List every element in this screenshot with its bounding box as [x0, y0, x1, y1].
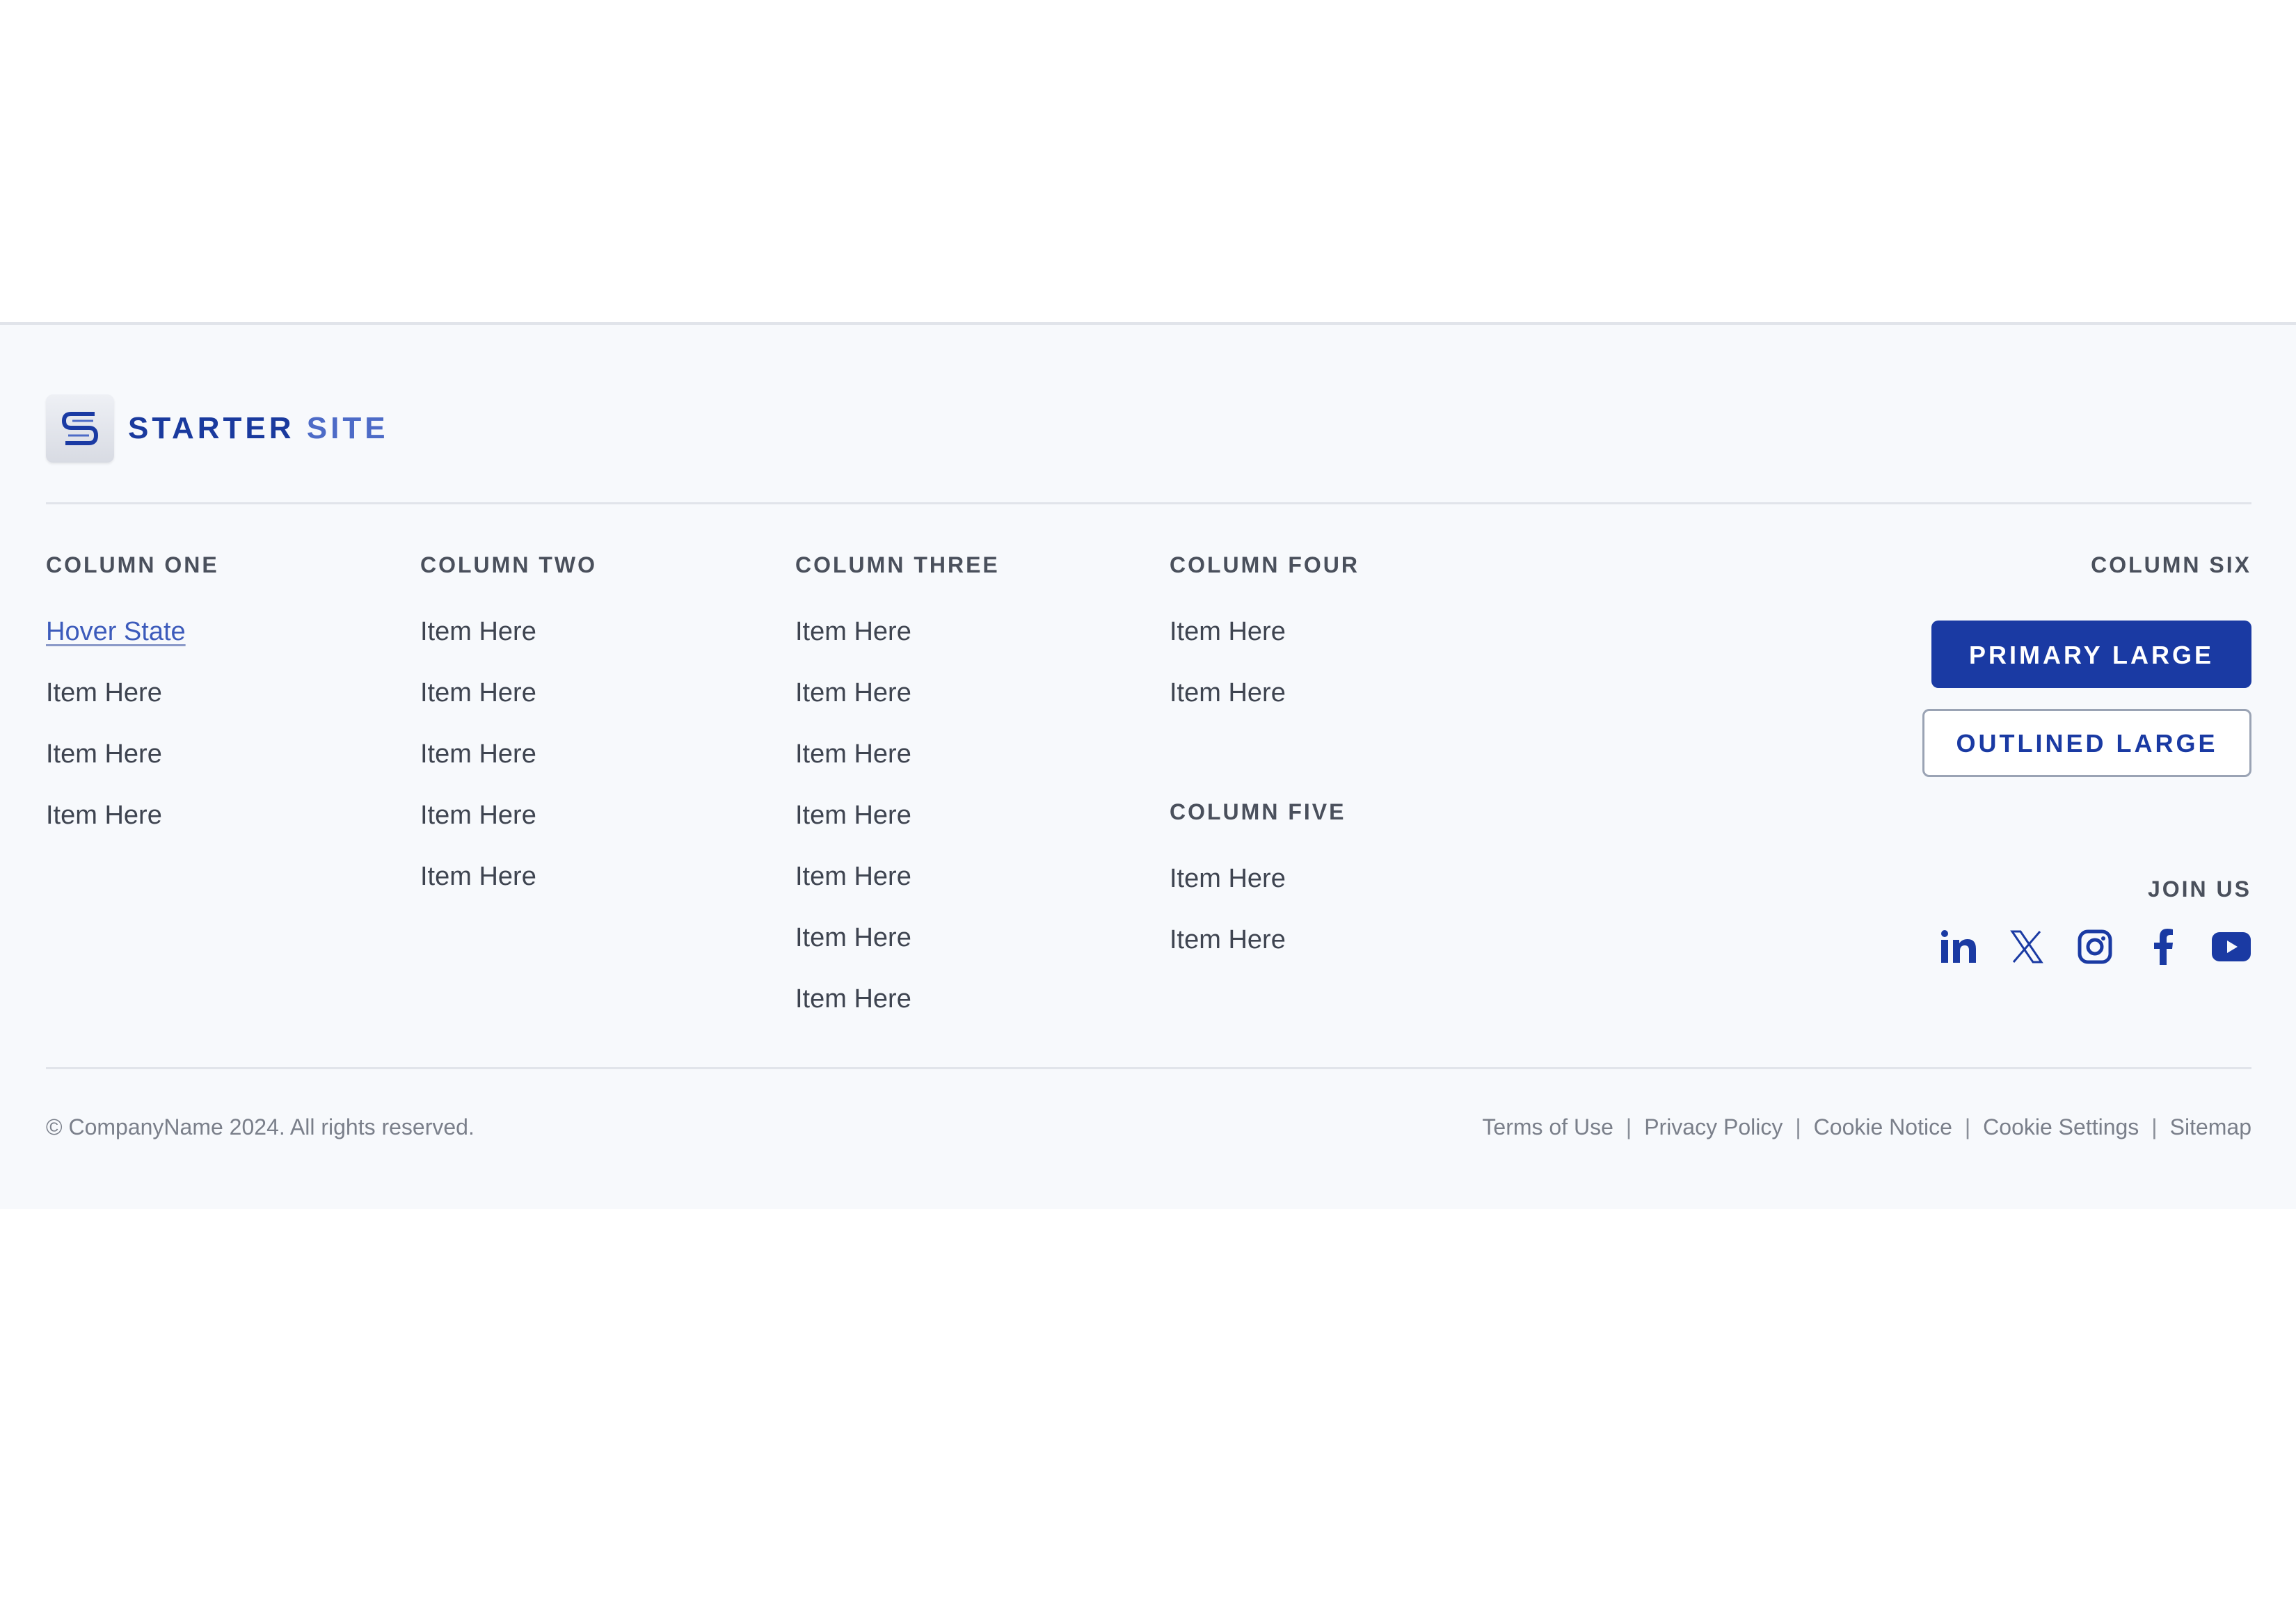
- footer-link[interactable]: Item Here: [1170, 616, 1360, 678]
- join-us-heading: JOIN US: [2147, 877, 2251, 902]
- terms-of-use-link[interactable]: Terms of Use: [1482, 1114, 1613, 1140]
- column-heading: COLUMN SIX: [2091, 552, 2251, 577]
- footer-column-two: COLUMN TWO Item Here Item Here Item Here…: [420, 551, 597, 922]
- footer-column-six: COLUMN SIX PRIMARY LARGE OUTLINED LARGE …: [1834, 551, 2251, 1038]
- footer-link[interactable]: Item Here: [46, 739, 219, 800]
- footer-link[interactable]: Item Here: [795, 616, 1000, 678]
- s-logo-icon: [46, 394, 114, 463]
- footer-link[interactable]: Item Here: [1170, 925, 1346, 986]
- footer-link[interactable]: Item Here: [795, 739, 1000, 800]
- bottom-divider: [46, 1067, 2251, 1069]
- brand-name: STARTER SITE: [128, 411, 389, 445]
- copyright-text: © CompanyName 2024. All rights reserved.: [46, 1114, 475, 1139]
- footer-link[interactable]: Item Here: [795, 984, 1000, 1045]
- column-heading: COLUMN THREE: [795, 552, 1000, 577]
- footer-column-one: COLUMN ONE Hover State Item Here Item He…: [46, 551, 219, 861]
- top-divider: [46, 502, 2251, 504]
- footer-link[interactable]: Item Here: [420, 800, 597, 861]
- sitemap-link[interactable]: Sitemap: [2170, 1114, 2251, 1140]
- footer-column-four: COLUMN FOUR Item Here Item Here: [1170, 551, 1360, 739]
- cookie-notice-link[interactable]: Cookie Notice: [1814, 1114, 1952, 1140]
- footer-link[interactable]: Item Here: [795, 800, 1000, 861]
- footer-link[interactable]: Item Here: [46, 800, 219, 861]
- cookie-settings-link[interactable]: Cookie Settings: [1983, 1114, 2139, 1140]
- footer-link[interactable]: Item Here: [420, 616, 597, 678]
- footer-link[interactable]: Item Here: [420, 678, 597, 739]
- legal-links: Terms of Use | Privacy Policy | Cookie N…: [1482, 1114, 2251, 1140]
- link-separator: |: [1964, 1114, 1971, 1139]
- privacy-policy-link[interactable]: Privacy Policy: [1644, 1114, 1783, 1140]
- footer-link[interactable]: Item Here: [420, 861, 597, 922]
- footer-link[interactable]: Item Here: [1170, 678, 1360, 739]
- footer-link[interactable]: Item Here: [420, 739, 597, 800]
- column-heading: COLUMN ONE: [46, 552, 219, 577]
- column-heading: COLUMN FOUR: [1170, 552, 1360, 577]
- footer-link[interactable]: Item Here: [46, 678, 219, 739]
- footer-bottom-bar: © CompanyName 2024. All rights reserved.…: [46, 1114, 2251, 1140]
- primary-large-button[interactable]: PRIMARY LARGE: [1931, 621, 2251, 688]
- footer-link[interactable]: Item Here: [795, 922, 1000, 984]
- youtube-icon[interactable]: [2211, 927, 2251, 967]
- column-heading: COLUMN TWO: [420, 552, 597, 577]
- outlined-large-button[interactable]: OUTLINED LARGE: [1922, 709, 2251, 777]
- footer-logo[interactable]: STARTER SITE: [46, 394, 389, 463]
- column-heading: COLUMN FIVE: [1170, 799, 1346, 824]
- site-footer: STARTER SITE COLUMN ONE Hover State Item…: [0, 322, 2296, 1209]
- facebook-icon[interactable]: [2143, 927, 2183, 967]
- link-separator: |: [2151, 1114, 2158, 1139]
- link-separator: |: [1625, 1114, 1632, 1139]
- x-icon[interactable]: [2007, 927, 2047, 967]
- footer-column-five: COLUMN FIVE Item Here Item Here: [1170, 798, 1346, 986]
- footer-link[interactable]: Item Here: [795, 861, 1000, 922]
- link-separator: |: [1795, 1114, 1801, 1139]
- linkedin-icon[interactable]: [1938, 927, 1979, 967]
- footer-column-three: COLUMN THREE Item Here Item Here Item He…: [795, 551, 1000, 1045]
- footer-link-hover-state[interactable]: Hover State: [46, 616, 219, 678]
- social-links: [1938, 927, 2251, 967]
- footer-link[interactable]: Item Here: [795, 678, 1000, 739]
- footer-link[interactable]: Item Here: [1170, 863, 1346, 925]
- instagram-icon[interactable]: [2075, 927, 2115, 967]
